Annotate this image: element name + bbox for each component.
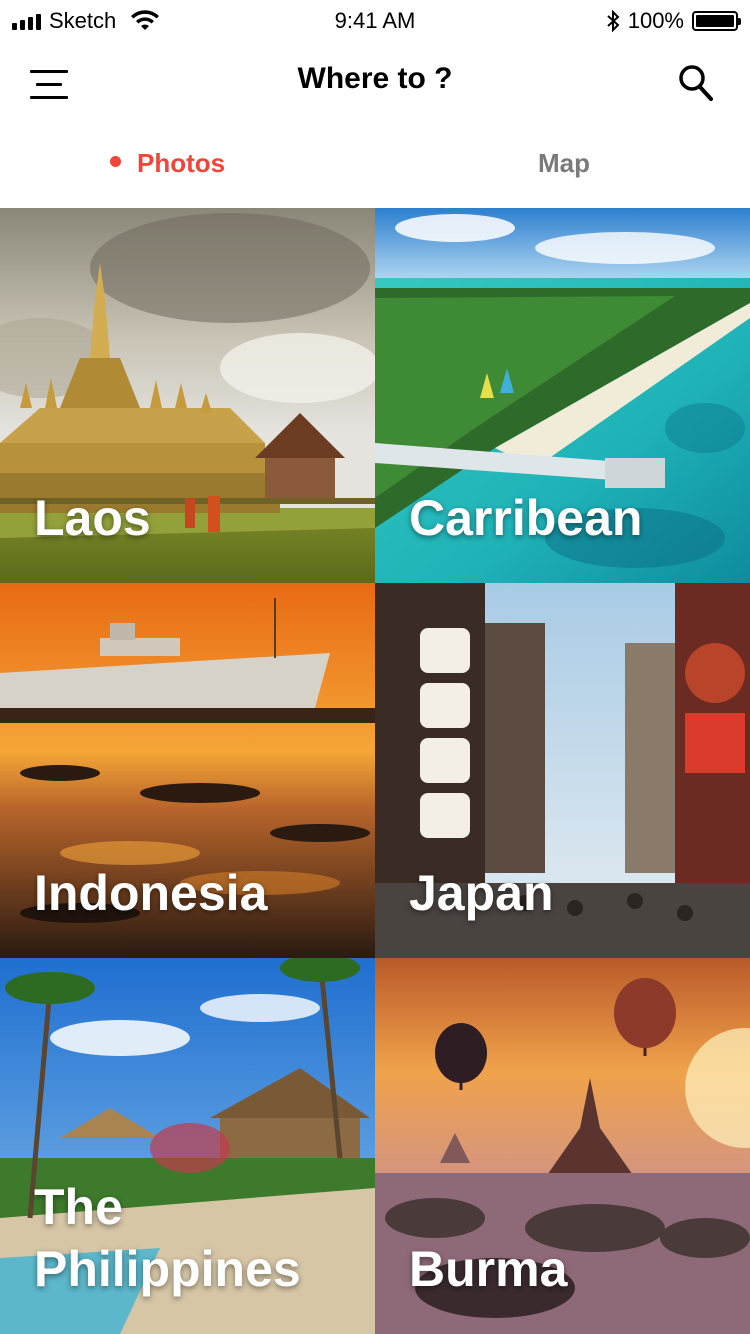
tab-bar: Photos Map bbox=[0, 130, 750, 208]
status-right: 100% bbox=[606, 8, 741, 34]
destination-tile-japan[interactable]: Japan bbox=[375, 583, 750, 958]
destination-name: Indonesia bbox=[34, 865, 268, 921]
tab-map[interactable]: Map bbox=[538, 148, 590, 179]
battery-percent: 100% bbox=[627, 8, 684, 33]
destination-grid: Laos Carribean Indonesia Japan The Phili… bbox=[0, 208, 750, 1334]
destination-name: The Philippines bbox=[34, 1179, 301, 1297]
bluetooth-icon bbox=[607, 10, 620, 32]
status-bar: Sketch 9:41 AM 100% bbox=[0, 0, 750, 40]
destination-tile-burma[interactable]: Burma bbox=[375, 958, 750, 1334]
destination-name: Burma bbox=[409, 1241, 568, 1297]
tab-photos-label: Photos bbox=[137, 148, 226, 178]
nav-bar: Where to ? bbox=[0, 40, 750, 130]
destination-tile-the-philippines[interactable]: The Philippines bbox=[0, 958, 375, 1334]
battery-icon bbox=[692, 11, 741, 31]
destination-name: Carribean bbox=[409, 490, 643, 546]
destination-tile-carribean[interactable]: Carribean bbox=[375, 208, 750, 583]
destination-name: Japan bbox=[409, 865, 554, 921]
destination-tile-laos[interactable]: Laos bbox=[0, 208, 375, 583]
page-title: Where to ? bbox=[297, 62, 453, 95]
tab-map-label: Map bbox=[538, 148, 590, 178]
destination-tile-indonesia[interactable]: Indonesia bbox=[0, 583, 375, 958]
destination-name: Laos bbox=[34, 490, 151, 546]
tab-photos[interactable]: Photos bbox=[110, 148, 225, 179]
active-tab-indicator bbox=[110, 155, 121, 167]
search-icon[interactable] bbox=[678, 64, 714, 104]
